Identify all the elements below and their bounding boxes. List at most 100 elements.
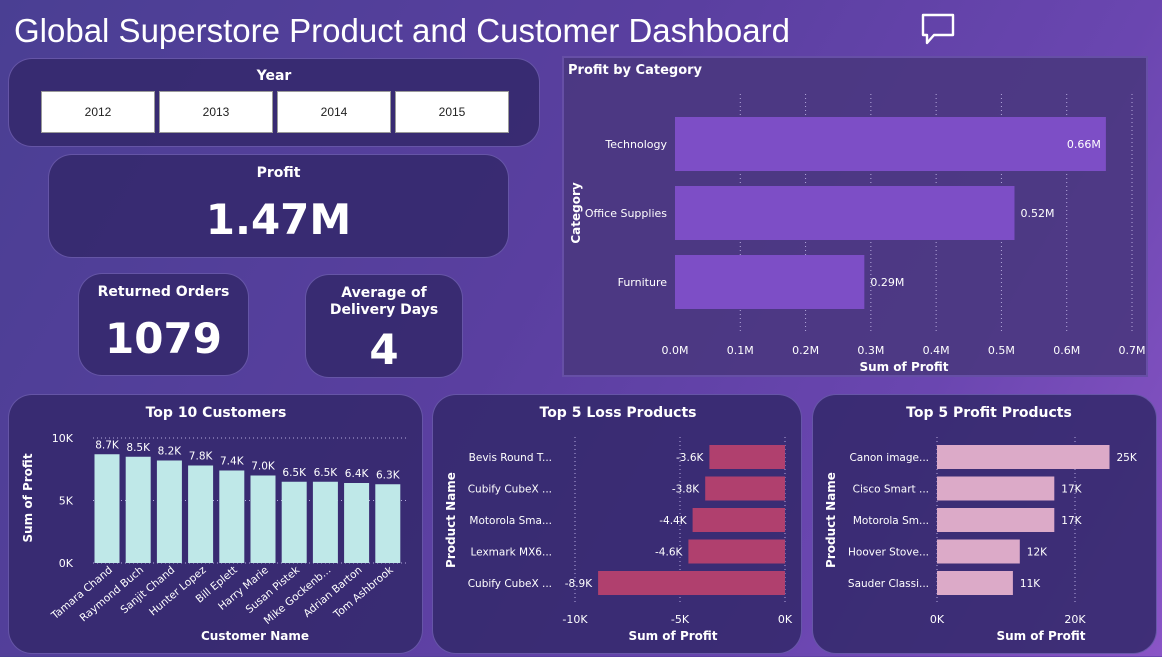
data-label: 7.4K [220, 456, 245, 468]
year-option-2012[interactable]: 2012 [41, 91, 155, 133]
returned-orders-label: Returned Orders [97, 284, 230, 300]
bar [250, 475, 276, 563]
data-label: 8.5K [126, 442, 151, 454]
data-label: 0.29M [870, 276, 904, 289]
x-tick-label: -10K [562, 613, 588, 626]
data-label: 6.5K [282, 467, 307, 479]
bar [709, 445, 785, 469]
data-label: 6.5K [314, 467, 339, 479]
category-label: Cisco Smart ... [853, 484, 929, 496]
category-label: Lexmark MX6... [471, 547, 553, 559]
bar [598, 571, 785, 595]
data-label: -3.6K [676, 452, 704, 464]
speech-bubble-icon[interactable] [920, 12, 956, 46]
y-tick-label: 0K [59, 557, 74, 570]
bar [675, 255, 865, 309]
bar [125, 456, 151, 563]
data-label: 12K [1027, 547, 1048, 559]
data-label: -8.9K [565, 578, 593, 590]
y-axis-title: Sum of Profit [21, 453, 35, 542]
x-axis-title: Sum of Profit [628, 629, 717, 643]
x-axis-title: Sum of Profit [996, 629, 1085, 643]
bar [188, 465, 214, 563]
profit-card: Profit 1.47M [48, 154, 509, 258]
x-tick-label: 0.0M [662, 344, 689, 357]
x-tick-label: 0.4M [923, 344, 950, 357]
year-option-2015[interactable]: 2015 [395, 91, 509, 133]
bar [937, 476, 1055, 501]
bar [937, 571, 1013, 595]
returned-orders-card: Returned Orders 1079 [78, 273, 249, 376]
data-label: 17K [1061, 515, 1082, 527]
top-loss-products-chart: Top 5 Loss Products -10K -5K 0K Bevis Round … [432, 394, 802, 654]
category-label: Hoover Stove... [848, 547, 929, 559]
avg-delivery-label: Average of Delivery Days [329, 285, 439, 318]
data-label: -3.8K [672, 484, 700, 496]
data-label: 7.0K [251, 461, 276, 473]
data-label: -4.4K [659, 515, 687, 527]
profit-value: 1.47M [205, 195, 352, 244]
bar [312, 481, 338, 563]
bar [705, 476, 785, 501]
bar [156, 460, 182, 563]
avg-delivery-value: 4 [369, 325, 399, 374]
data-label: 8.7K [95, 439, 120, 451]
year-option-2013[interactable]: 2013 [159, 91, 273, 133]
y-tick-label: 10K [52, 432, 74, 445]
avg-delivery-card: Average of Delivery Days 4 [305, 274, 463, 378]
bar [281, 481, 307, 563]
x-tick-label: 0K [930, 613, 945, 626]
x-tick-label: 0.5M [988, 344, 1015, 357]
x-tick-label: 0.7M [1119, 344, 1146, 357]
category-label: Motorola Sma... [469, 515, 552, 527]
bar [688, 539, 785, 564]
bar [219, 470, 245, 563]
bar [344, 483, 370, 563]
top-customers-chart: Top 10 Customers 0K 5K 10K 8.7K Tamara Chand 8… [8, 394, 423, 654]
category-label: Furniture [618, 276, 668, 289]
x-axis-title: Customer Name [201, 629, 309, 643]
category-label: Office Supplies [585, 207, 667, 220]
bar [692, 508, 785, 532]
chart-title: Top 10 Customers [146, 405, 287, 421]
bar [937, 508, 1055, 532]
x-tick-label: 0.3M [857, 344, 884, 357]
chart-title: Top 5 Loss Products [540, 405, 697, 421]
bar [375, 484, 401, 563]
year-option-2014[interactable]: 2014 [277, 91, 391, 133]
x-tick-label: 0.6M [1053, 344, 1080, 357]
year-slicer: Year 2012 2013 2014 2015 [8, 58, 540, 147]
x-tick-label: 20K [1064, 613, 1086, 626]
category-label: Cubify CubeX ... [468, 578, 552, 590]
y-tick-label: 5K [59, 495, 74, 508]
category-label: Cubify CubeX ... [468, 484, 552, 496]
data-label: 11K [1020, 578, 1041, 590]
bar [937, 539, 1020, 564]
category-label: Canon image... [849, 452, 929, 464]
bar [94, 454, 120, 563]
bar [675, 186, 1015, 240]
data-label: -4.6K [655, 547, 683, 559]
data-label: 0.66M [1067, 138, 1101, 151]
data-label: 7.8K [189, 451, 214, 463]
top-profit-products-chart: Top 5 Profit Products 0K 20K Canon image...… [812, 394, 1157, 654]
y-axis-title: Category [569, 182, 583, 244]
data-label: 17K [1061, 484, 1082, 496]
x-axis-title: Sum of Profit [859, 360, 948, 374]
data-label: 25K [1117, 452, 1138, 464]
category-label: Motorola Sm... [853, 515, 929, 527]
y-axis-title: Product Name [824, 472, 838, 568]
category-label: Bevis Round T... [469, 452, 552, 464]
returned-orders-value: 1079 [105, 314, 222, 363]
chart-title: Top 5 Profit Products [906, 405, 1072, 421]
data-label: 8.2K [158, 446, 183, 458]
year-slicer-label: Year [256, 68, 292, 84]
x-tick-label: 0.1M [727, 344, 754, 357]
x-tick-label: 0K [778, 613, 793, 626]
profit-label: Profit [256, 165, 301, 181]
y-axis-title: Product Name [444, 472, 458, 568]
data-label: 6.4K [345, 468, 370, 480]
profit-by-category-chart: Profit by Category 0.0M 0.1M 0.2M 0.3M 0.4M 0.… [562, 56, 1148, 377]
category-label: Technology [604, 138, 667, 151]
chart-title: Profit by Category [568, 63, 703, 78]
